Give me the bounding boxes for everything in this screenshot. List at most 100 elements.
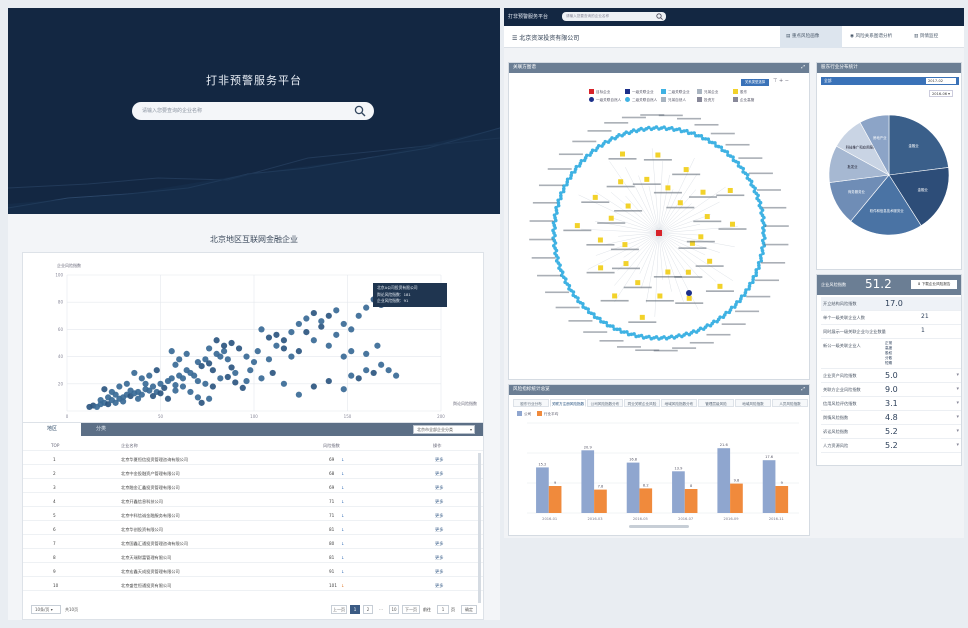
relation-graph[interactable]	[509, 103, 809, 379]
tab-relation-graph[interactable]: ◉ 风险关系图谱分析	[844, 26, 906, 48]
scatter-point[interactable]	[378, 361, 385, 368]
scatter-point[interactable]	[206, 345, 213, 352]
shareholder-node[interactable]	[655, 152, 661, 158]
scatter-point[interactable]	[254, 348, 261, 355]
scatter-point[interactable]	[153, 367, 160, 374]
graph-node[interactable]	[731, 155, 735, 159]
scatter-point[interactable]	[179, 375, 187, 382]
scatter-point[interactable]	[101, 386, 108, 393]
scatter-point[interactable]	[325, 377, 332, 385]
zoom-out-icon[interactable]: −	[785, 78, 789, 84]
page-size-select[interactable]: 10条/页 ▾	[31, 605, 61, 614]
bar-subtab[interactable]: 公司风险指数分布	[587, 399, 623, 407]
scatter-point[interactable]	[318, 318, 325, 325]
scatter-point[interactable]	[120, 398, 127, 405]
scatter-point[interactable]	[194, 394, 201, 401]
graph-node[interactable]	[756, 193, 760, 198]
scatter-point[interactable]	[355, 312, 362, 319]
scatter-point[interactable]	[370, 369, 377, 377]
scatter-point[interactable]	[183, 350, 190, 357]
shareholder-node[interactable]	[612, 293, 618, 299]
table-row[interactable]: 3 北京融金汇鑫投资管理有限公司 69 更多 ↓	[23, 481, 483, 493]
score-row[interactable]: 企业资产风险指数 5.0 ▾	[821, 369, 961, 383]
scatter-point[interactable]	[303, 315, 310, 322]
expand-icon[interactable]: ⤢	[801, 385, 805, 395]
person-node[interactable]	[686, 290, 692, 296]
score-row[interactable]: 诉讼风险指数 5.2 ▾	[821, 425, 961, 439]
scatter-point[interactable]	[258, 375, 265, 382]
scatter-point[interactable]	[348, 326, 355, 333]
bar-subtab[interactable]: 关联方注册风险指数	[550, 399, 586, 407]
scatter-point[interactable]	[280, 345, 288, 352]
bar[interactable]	[684, 489, 698, 513]
shareholder-node[interactable]	[729, 221, 735, 227]
bar[interactable]	[536, 467, 549, 513]
graph-node[interactable]	[563, 280, 567, 285]
graph-node[interactable]	[571, 293, 576, 298]
chevron-down-icon[interactable]: ▾	[956, 372, 959, 378]
scatter-point[interactable]	[385, 367, 392, 374]
graph-node[interactable]	[596, 143, 601, 148]
shareholder-node[interactable]	[665, 269, 671, 275]
shareholder-node[interactable]	[665, 185, 671, 191]
scatter-point[interactable]	[318, 323, 325, 330]
shareholder-node[interactable]	[686, 295, 692, 301]
category-select[interactable]: 北京市全部企业分类 ▾	[413, 425, 475, 434]
row-more-link[interactable]: 更多	[435, 541, 443, 547]
graph-node[interactable]	[585, 153, 589, 158]
graph-node[interactable]	[579, 159, 584, 163]
graph-node[interactable]	[736, 160, 741, 165]
table-scrollbar[interactable]	[478, 453, 481, 603]
scatter-point[interactable]	[265, 334, 273, 341]
scatter-point[interactable]	[310, 383, 317, 390]
page-10-button[interactable]: 10	[389, 605, 399, 614]
scatter-point[interactable]	[348, 348, 355, 355]
scatter-point[interactable]	[273, 342, 280, 349]
scatter-point[interactable]	[142, 380, 149, 387]
table-row[interactable]: 2 北京中金投融资产管理有限公司 68 更多 ↓	[23, 467, 483, 479]
scatter-point[interactable]	[198, 399, 205, 406]
table-row[interactable]: 5 北京中科信诚金融服务有限公司 71 更多 ↓	[23, 509, 483, 521]
scatter-point[interactable]	[168, 375, 175, 382]
shareholder-node[interactable]	[622, 242, 628, 248]
scatter-point[interactable]	[280, 380, 288, 387]
chevron-down-icon[interactable]: ▾	[956, 414, 959, 420]
graph-node[interactable]	[574, 164, 579, 169]
score-row[interactable]: 关联方企业风险指数 9.0 ▾	[821, 383, 961, 397]
prev-page-button[interactable]: 上一页	[331, 605, 347, 614]
scatter-point[interactable]	[134, 395, 142, 402]
graph-node[interactable]	[610, 136, 614, 140]
scatter-point[interactable]	[333, 331, 340, 338]
scatter-point[interactable]	[194, 377, 201, 385]
shareholder-node[interactable]	[635, 280, 641, 286]
graph-node[interactable]	[738, 299, 742, 304]
chevron-down-icon[interactable]: ▾	[956, 400, 959, 406]
bar[interactable]	[639, 488, 653, 513]
shareholder-node[interactable]	[592, 194, 598, 200]
pie-year-select[interactable]: 2016-06 ▾	[929, 90, 953, 97]
shareholder-node[interactable]	[685, 269, 691, 275]
graph-node[interactable]	[569, 170, 574, 175]
row-more-link[interactable]: 更多	[435, 555, 443, 561]
scatter-point[interactable]	[325, 342, 332, 349]
scatter-point[interactable]	[157, 390, 164, 397]
bar-subtab[interactable]: 人员风险指数	[772, 399, 808, 407]
shareholder-node[interactable]	[597, 237, 603, 243]
scatter-point[interactable]	[374, 342, 381, 349]
scatter-point[interactable]	[250, 358, 258, 366]
score-row[interactable]: 新公一级关联企业人 正常 高度 股权 分散 短期	[821, 339, 961, 369]
table-row[interactable]: 7 北京国鑫汇通投资管理咨询有限公司 80 更多 ↓	[23, 537, 483, 549]
target-company-node[interactable]	[656, 230, 662, 236]
pie-slice[interactable]	[888, 114, 949, 176]
scatter-point[interactable]	[280, 337, 288, 344]
shareholder-node[interactable]	[717, 283, 723, 289]
scatter-point[interactable]	[161, 384, 168, 391]
shareholder-node[interactable]	[608, 215, 614, 221]
scatter-point[interactable]	[303, 329, 310, 336]
row-more-link[interactable]: 更多	[435, 471, 443, 477]
scatter-point[interactable]	[348, 372, 355, 379]
bar[interactable]	[730, 483, 743, 513]
scatter-point[interactable]	[363, 367, 370, 374]
scatter-point[interactable]	[116, 383, 123, 390]
row-more-link[interactable]: 更多	[435, 583, 443, 589]
